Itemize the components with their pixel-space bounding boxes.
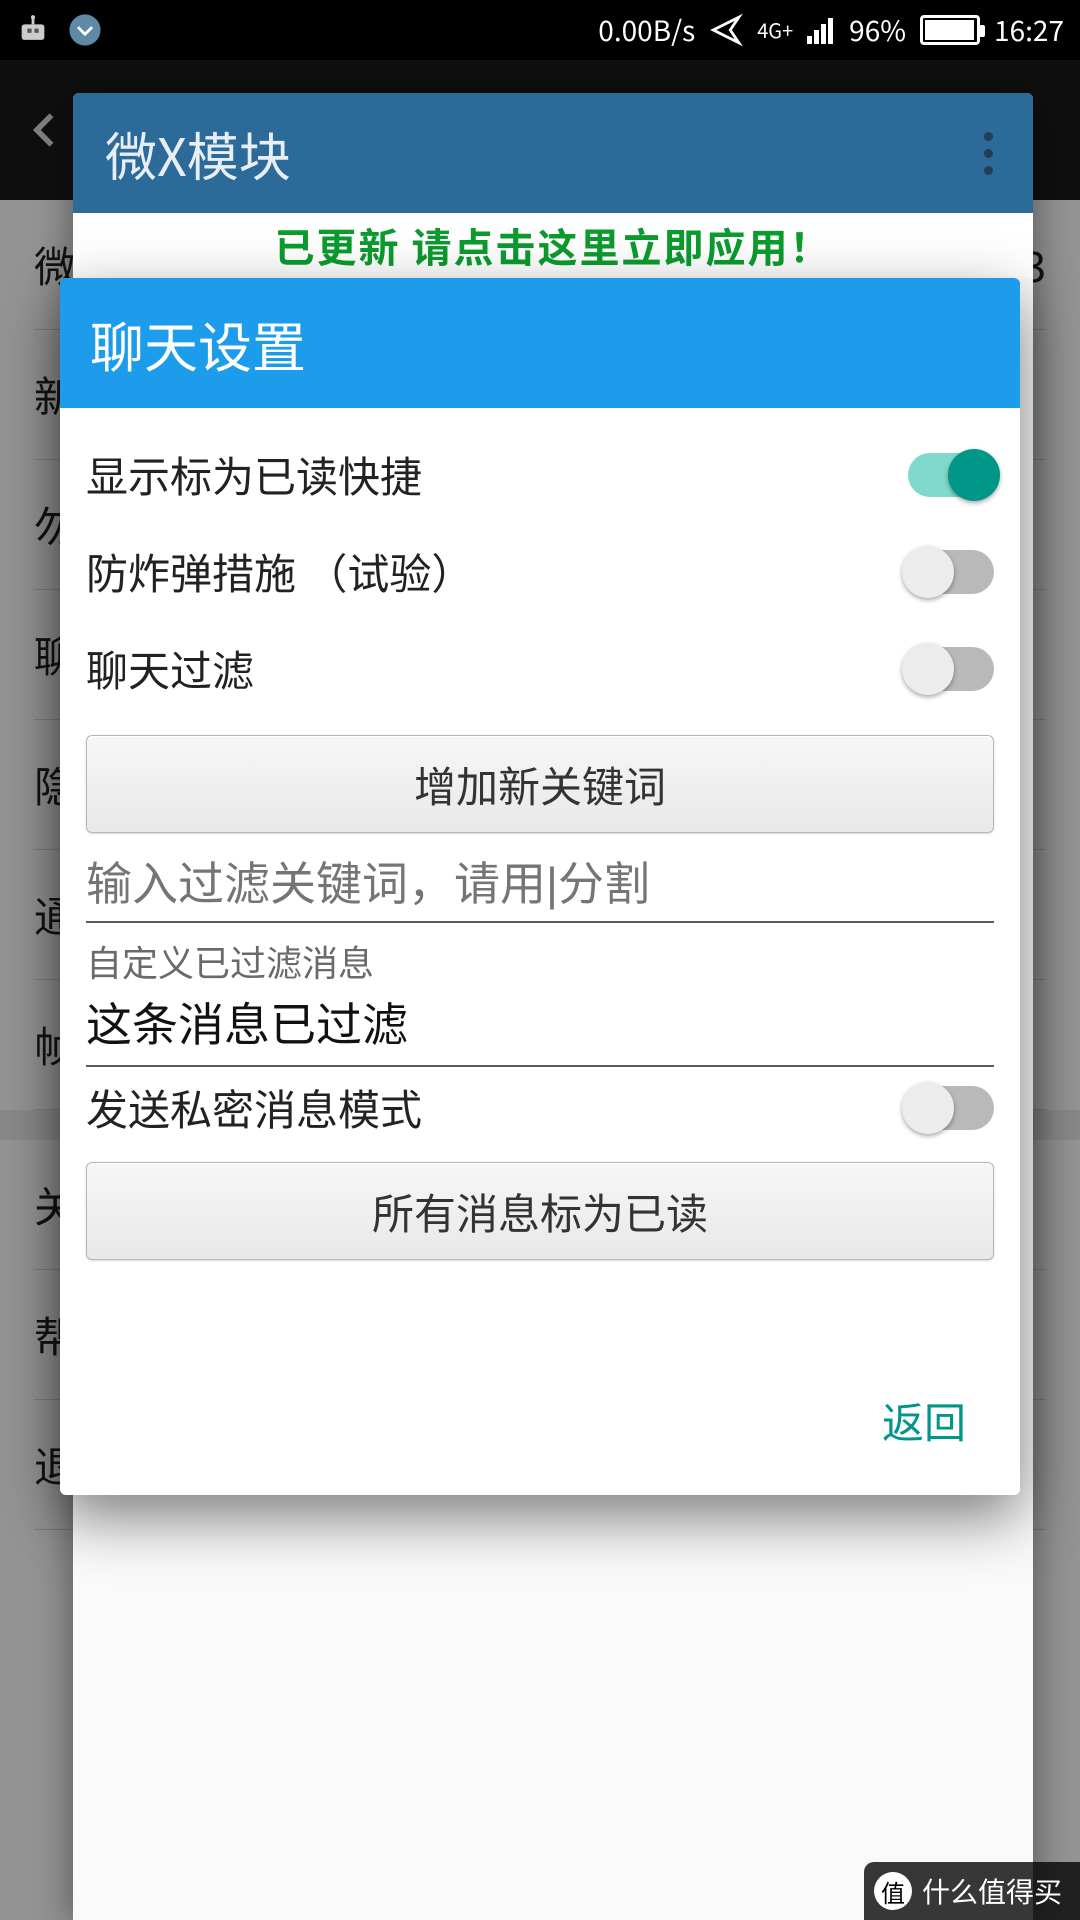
add-keyword-button[interactable]: 增加新关键词 — [86, 735, 994, 833]
robot-icon — [16, 13, 50, 47]
toggle-switch[interactable] — [908, 550, 994, 594]
app-notification-icon — [68, 13, 102, 47]
keyword-input[interactable] — [86, 851, 994, 923]
custom-filtered-label: 自定义已过滤消息 — [86, 935, 994, 987]
module-header: 微X模块 — [73, 93, 1033, 213]
data-rate: 0.00B/s — [598, 10, 695, 50]
watermark: 值 什么值得买 — [864, 1862, 1080, 1920]
status-bar: 0.00B/s 4G+ 96% 16:27 — [0, 0, 1080, 60]
toggle-row-private-mode[interactable]: 发送私密消息模式 — [86, 1067, 994, 1144]
toggle-row-mark-read[interactable]: 显示标为已读快捷 — [86, 426, 994, 523]
signal-icon — [807, 16, 835, 44]
dialog-title: 聊天设置 — [90, 304, 306, 383]
module-title: 微X模块 — [105, 116, 291, 191]
overflow-menu-icon[interactable] — [976, 124, 1001, 183]
chat-settings-dialog: 聊天设置 显示标为已读快捷 防炸弹措施 （试验） 聊天过滤 增加新关键词 自定义… — [60, 278, 1020, 1495]
mark-all-read-button[interactable]: 所有消息标为已读 — [86, 1162, 994, 1260]
dialog-header: 聊天设置 — [60, 278, 1020, 408]
toggle-row-anti-bomb[interactable]: 防炸弹措施 （试验） — [86, 523, 994, 620]
send-icon — [709, 13, 743, 47]
update-banner[interactable]: 已更新 请点击这里立即应用！ — [73, 213, 1033, 277]
toggle-row-chat-filter[interactable]: 聊天过滤 — [86, 620, 994, 717]
toggle-switch[interactable] — [908, 1086, 994, 1130]
clock: 16:27 — [994, 10, 1064, 50]
battery-icon — [920, 15, 980, 45]
watermark-icon: 值 — [874, 1872, 912, 1910]
network-type: 4G+ — [757, 20, 793, 40]
toggle-switch[interactable] — [908, 453, 994, 497]
filtered-message-field[interactable]: 这条消息已过滤 — [86, 987, 994, 1067]
toggle-switch[interactable] — [908, 647, 994, 691]
battery-percent: 96% — [849, 10, 906, 50]
back-button[interactable]: 返回 — [868, 1380, 980, 1461]
watermark-text: 什么值得买 — [922, 1871, 1062, 1911]
